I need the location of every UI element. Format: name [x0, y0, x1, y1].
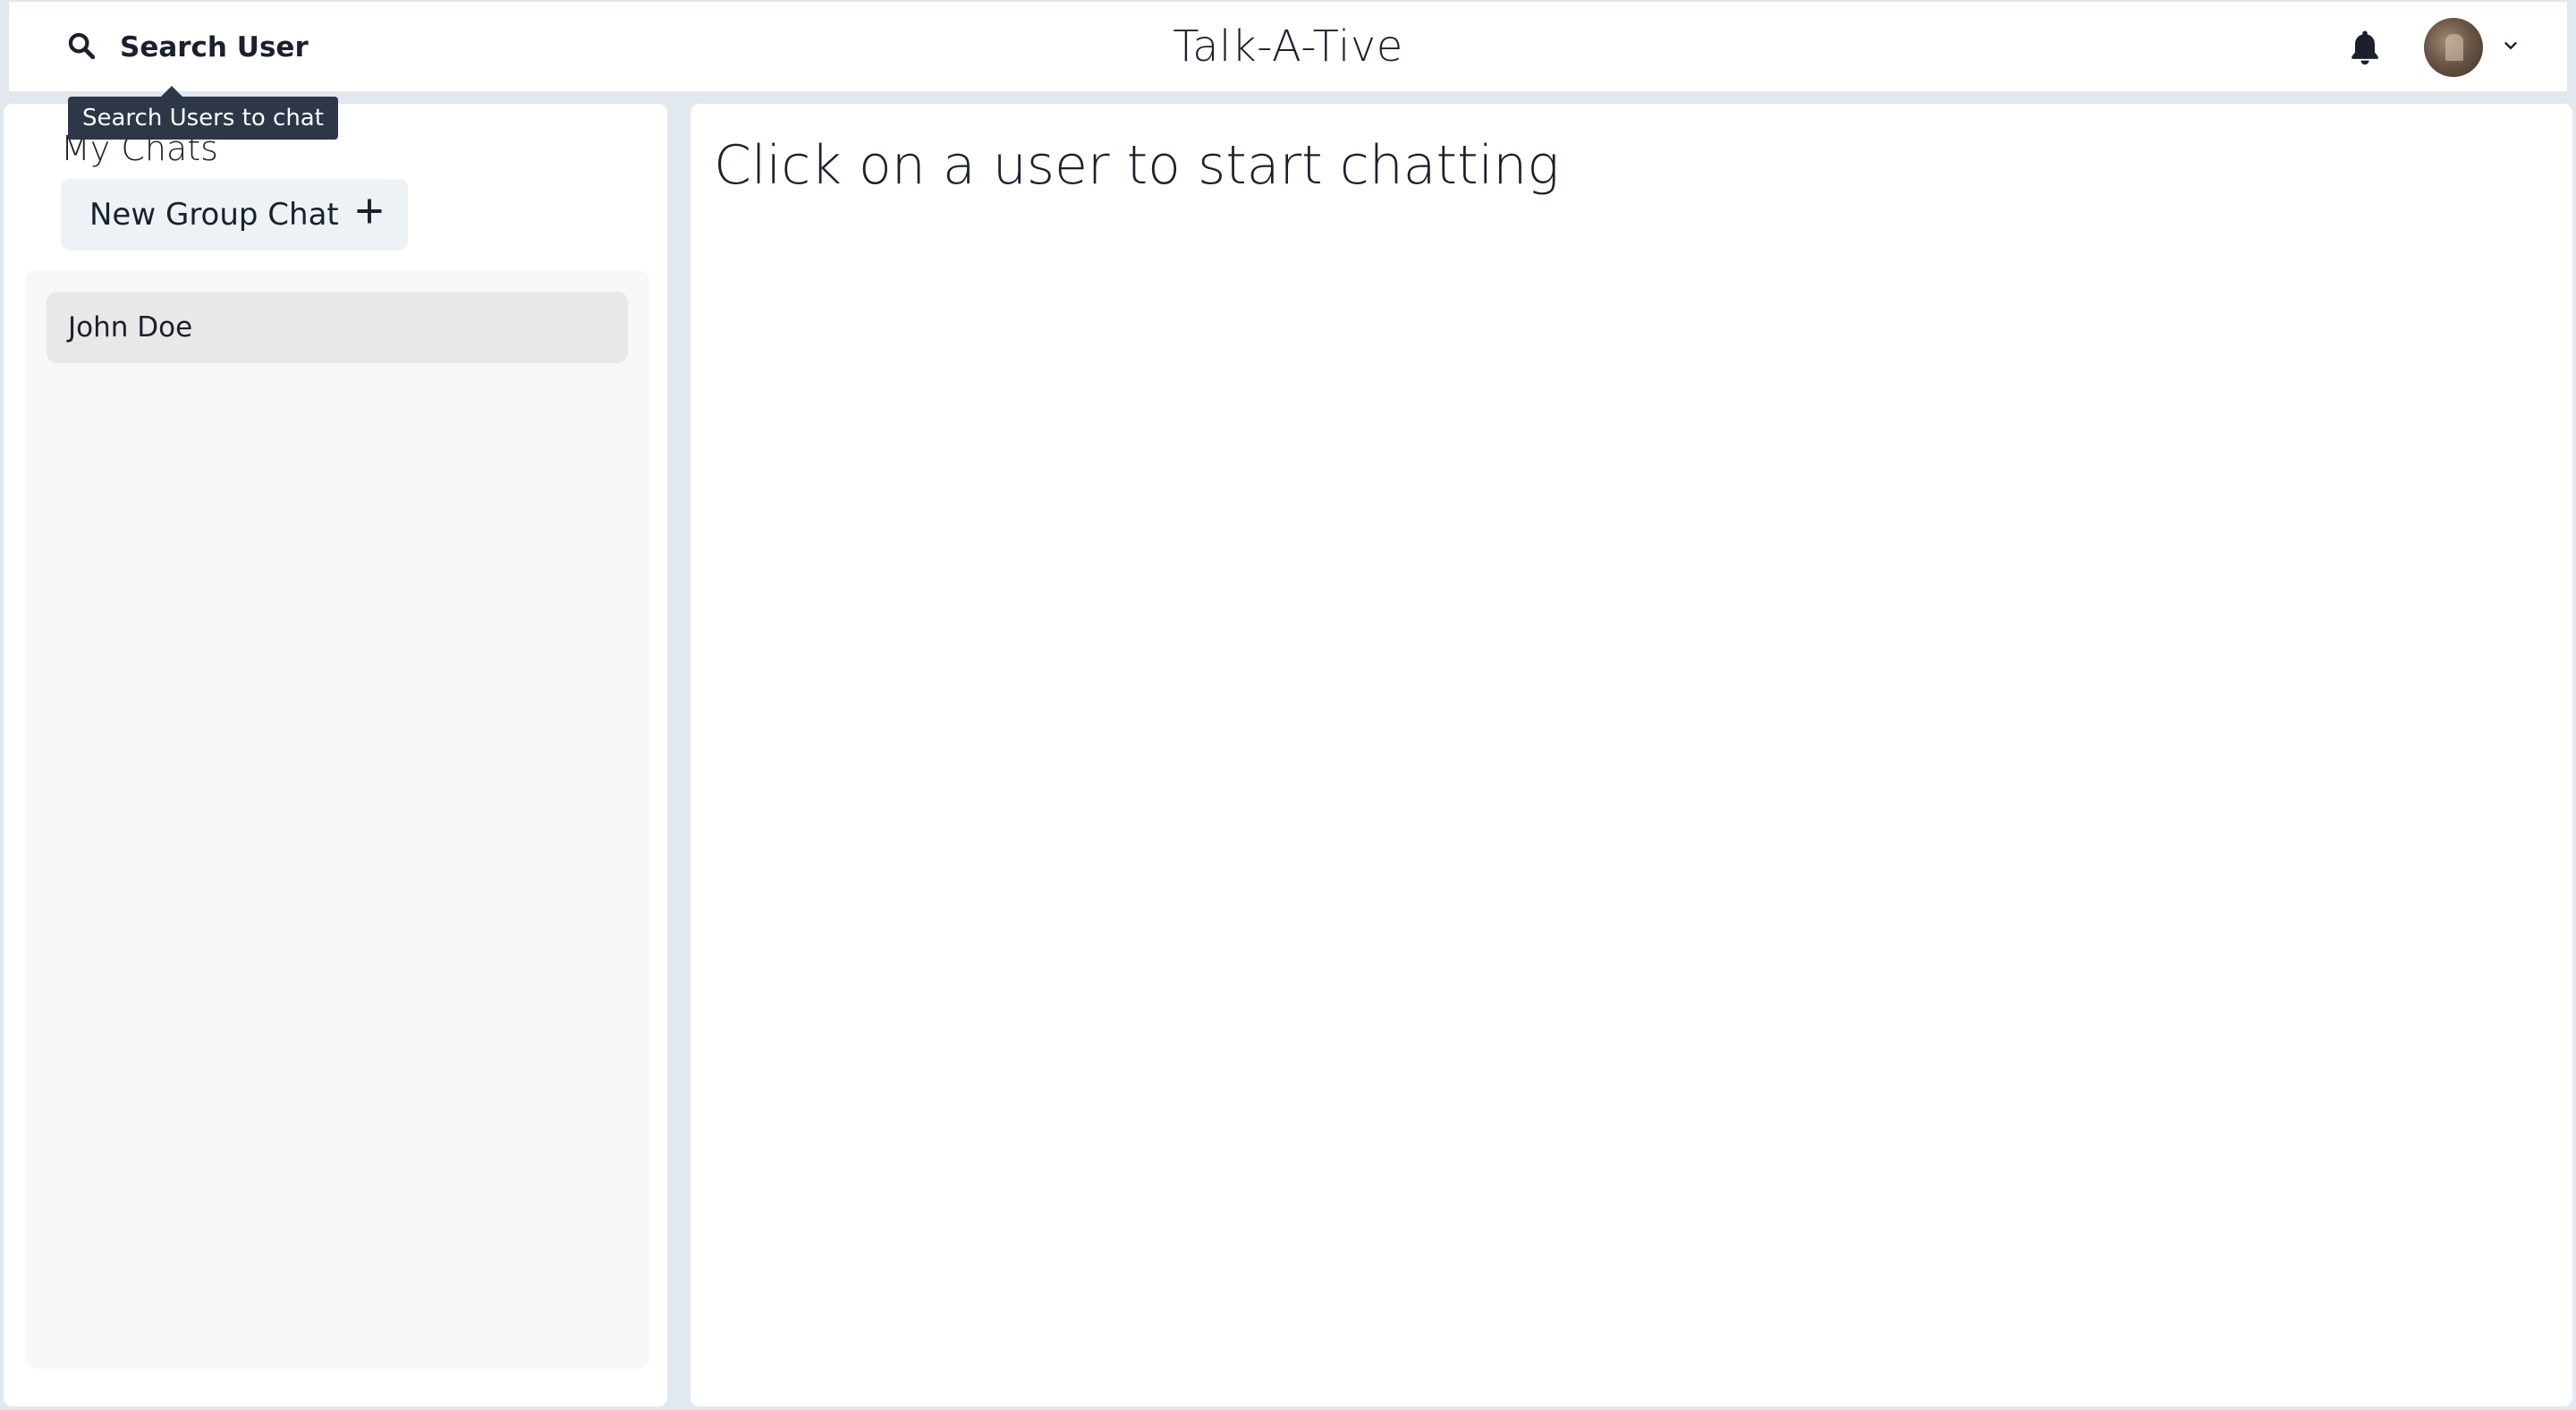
my-chats-panel: My Chats New Group Chat John Doe [2, 102, 669, 1408]
new-group-chat-button[interactable]: New Group Chat [61, 179, 408, 251]
empty-chat-message: Click on a user to start chatting [714, 134, 1560, 197]
new-group-chat-label: New Group Chat [89, 197, 339, 233]
app-title: Talk-A-Tive [1173, 21, 1403, 72]
profile-menu-button[interactable] [2424, 18, 2521, 77]
chat-list-item[interactable]: John Doe [47, 292, 628, 363]
chat-box: Click on a user to start chatting [689, 102, 2574, 1408]
search-tooltip: Search Users to chat [68, 86, 338, 140]
top-bar: Search User Talk-A-Tive [9, 2, 2567, 91]
chat-list: John Doe [25, 270, 649, 1369]
chevron-down-icon [2501, 36, 2521, 59]
plus-icon [353, 195, 386, 235]
bell-icon[interactable] [2345, 27, 2385, 68]
avatar [2424, 18, 2483, 77]
